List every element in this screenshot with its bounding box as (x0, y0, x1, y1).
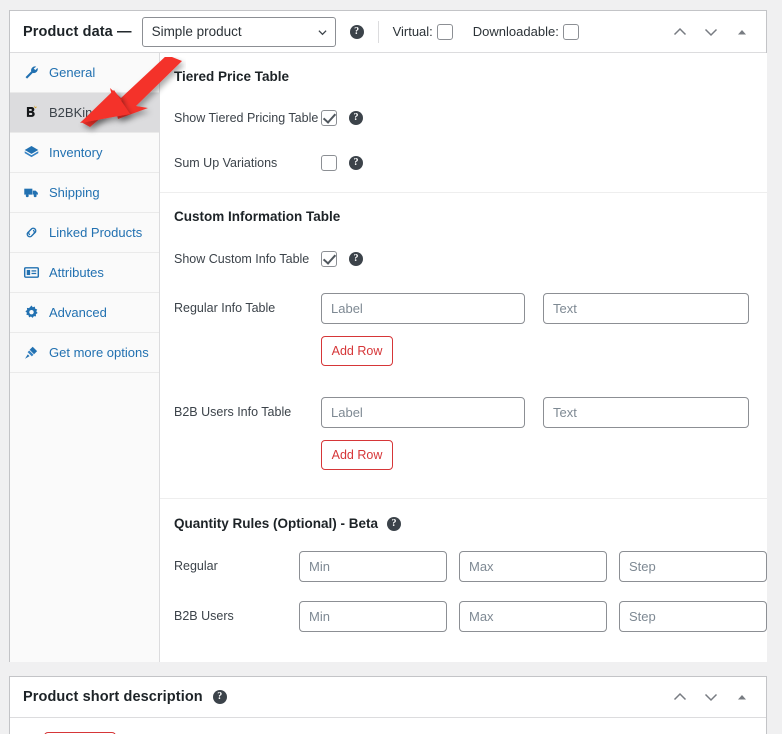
custom-information-section: Custom Information Table Show Custom Inf… (160, 192, 767, 498)
regular-info-table-row: Regular Info Table (160, 291, 767, 325)
move-down-icon[interactable] (703, 689, 719, 705)
product-type-help-icon[interactable]: ? (349, 24, 364, 39)
sidebar-item-label: Get more options (49, 345, 149, 360)
product-data-body: General B2BKing Inventory Shipping Linke… (10, 53, 767, 662)
product-data-tabs: General B2BKing Inventory Shipping Linke… (10, 53, 160, 662)
sum-up-variations-help-icon[interactable]: ? (349, 156, 363, 170)
downloadable-label: Downloadable: (472, 24, 559, 39)
header-divider (377, 20, 379, 43)
virtual-checkbox[interactable] (436, 23, 453, 40)
quantity-rules-section: Quantity Rules (Optional) - Beta ? Regul… (160, 498, 767, 633)
custom-info-title: Custom Information Table (160, 193, 767, 224)
panel-header-actions (672, 24, 754, 40)
regular-info-add-row-button[interactable]: Add Row (321, 336, 393, 366)
product-type-select[interactable]: Simple product (141, 16, 336, 47)
quantity-rules-help-icon[interactable]: ? (387, 516, 402, 531)
product-data-header: Product data — Simple product ? Virtual:… (10, 11, 766, 53)
b2b-users-info-table-row: B2B Users Info Table (160, 395, 767, 429)
sidebar-item-shipping[interactable]: Shipping (10, 173, 159, 213)
sidebar-item-linked-products[interactable]: Linked Products (10, 213, 159, 253)
sidebar-item-label: Inventory (49, 145, 103, 160)
show-tiered-pricing-checkbox[interactable] (321, 110, 337, 126)
page-title: Product data — (23, 23, 132, 40)
section-heading-text: Tiered Price Table (174, 69, 290, 84)
sidebar-item-label: Shipping (49, 185, 100, 200)
quantity-rules-title: Quantity Rules (Optional) - Beta ? (160, 499, 767, 531)
sidebar-item-label: Linked Products (49, 225, 143, 240)
tiered-price-section: Tiered Price Table Show Tiered Pricing T… (160, 53, 767, 192)
move-up-icon[interactable] (672, 24, 688, 40)
quantity-regular-step-input[interactable] (619, 550, 767, 582)
sidebar-item-advanced[interactable]: Advanced (10, 293, 159, 333)
show-tiered-pricing-label: Show Tiered Pricing Table (174, 111, 319, 125)
plug-icon (25, 346, 38, 359)
sidebar-item-label: General (49, 65, 96, 80)
short-description-help-icon[interactable]: ? (212, 690, 227, 704)
sidebar-item-attributes[interactable]: Attributes (10, 253, 159, 293)
show-custom-info-label: Show Custom Info Table (174, 252, 310, 266)
tiered-price-title: Tiered Price Table (160, 53, 767, 84)
attributes-icon (23, 267, 40, 278)
show-tiered-pricing-row: Show Tiered Pricing Table ? (160, 101, 767, 135)
b2b-users-info-table-label: B2B Users Info Table (174, 405, 292, 419)
product-data-panel: Product data — Simple product ? Virtual:… (9, 10, 767, 662)
product-short-description-panel: Product short description ? (9, 676, 767, 734)
show-custom-info-row: Show Custom Info Table ? (160, 242, 767, 276)
sidebar-item-b2bking[interactable]: B2BKing (10, 93, 159, 133)
move-up-icon[interactable] (672, 689, 688, 705)
toggle-panel-icon[interactable] (734, 24, 750, 40)
link-icon (26, 227, 37, 238)
regular-info-table-label: Regular Info Table (174, 301, 276, 315)
section-heading-text: Custom Information Table (174, 209, 341, 224)
gear-icon (25, 305, 38, 318)
sidebar-item-label: B2BKing (49, 105, 100, 120)
b2b-info-label-input[interactable] (321, 396, 525, 428)
section-heading-text: Quantity Rules (Optional) - Beta (174, 516, 379, 531)
quantity-rules-b2b-row: B2B Users (160, 599, 767, 633)
regular-info-label-input[interactable] (321, 292, 525, 324)
b2b-info-text-input[interactable] (543, 396, 749, 428)
quantity-b2b-min-input[interactable] (299, 600, 447, 632)
quantity-regular-max-input[interactable] (459, 550, 607, 582)
downloadable-checkbox[interactable] (562, 23, 579, 40)
virtual-label: Virtual: (392, 24, 433, 39)
show-custom-info-help-icon[interactable]: ? (349, 252, 363, 266)
short-description-title: Product short description (23, 689, 203, 705)
b2bking-crown-b-icon (26, 105, 37, 117)
move-down-icon[interactable] (703, 24, 719, 40)
quantity-b2b-label: B2B Users (174, 609, 234, 623)
sidebar-item-get-more-options[interactable]: Get more options (10, 333, 159, 373)
box-icon (24, 146, 39, 158)
sidebar-item-general[interactable]: General (10, 53, 159, 93)
quantity-b2b-step-input[interactable] (619, 600, 767, 632)
sum-up-variations-checkbox[interactable] (321, 155, 337, 171)
quantity-regular-min-input[interactable] (299, 550, 447, 582)
short-description-actions (672, 689, 754, 705)
show-custom-info-checkbox[interactable] (321, 251, 337, 267)
quantity-rules-regular-row: Regular (160, 549, 767, 583)
quantity-regular-label: Regular (174, 559, 218, 573)
product-type-select-wrapper: Simple product (132, 16, 336, 47)
sidebar-item-label: Advanced (49, 305, 107, 320)
toggle-panel-icon[interactable] (734, 689, 750, 705)
b2b-info-add-row-button[interactable]: Add Row (321, 440, 393, 470)
sum-up-variations-row: Sum Up Variations ? (160, 146, 767, 180)
truck-icon (24, 188, 38, 198)
quantity-b2b-max-input[interactable] (459, 600, 607, 632)
wrench-icon (25, 66, 38, 79)
sidebar-item-inventory[interactable]: Inventory (10, 133, 159, 173)
show-tiered-pricing-help-icon[interactable]: ? (349, 111, 363, 125)
regular-info-text-input[interactable] (543, 292, 749, 324)
sum-up-variations-label: Sum Up Variations (174, 156, 278, 170)
sidebar-item-label: Attributes (49, 265, 104, 280)
b2bking-settings-content: Tiered Price Table Show Tiered Pricing T… (160, 53, 767, 662)
short-description-header: Product short description ? (10, 677, 766, 718)
